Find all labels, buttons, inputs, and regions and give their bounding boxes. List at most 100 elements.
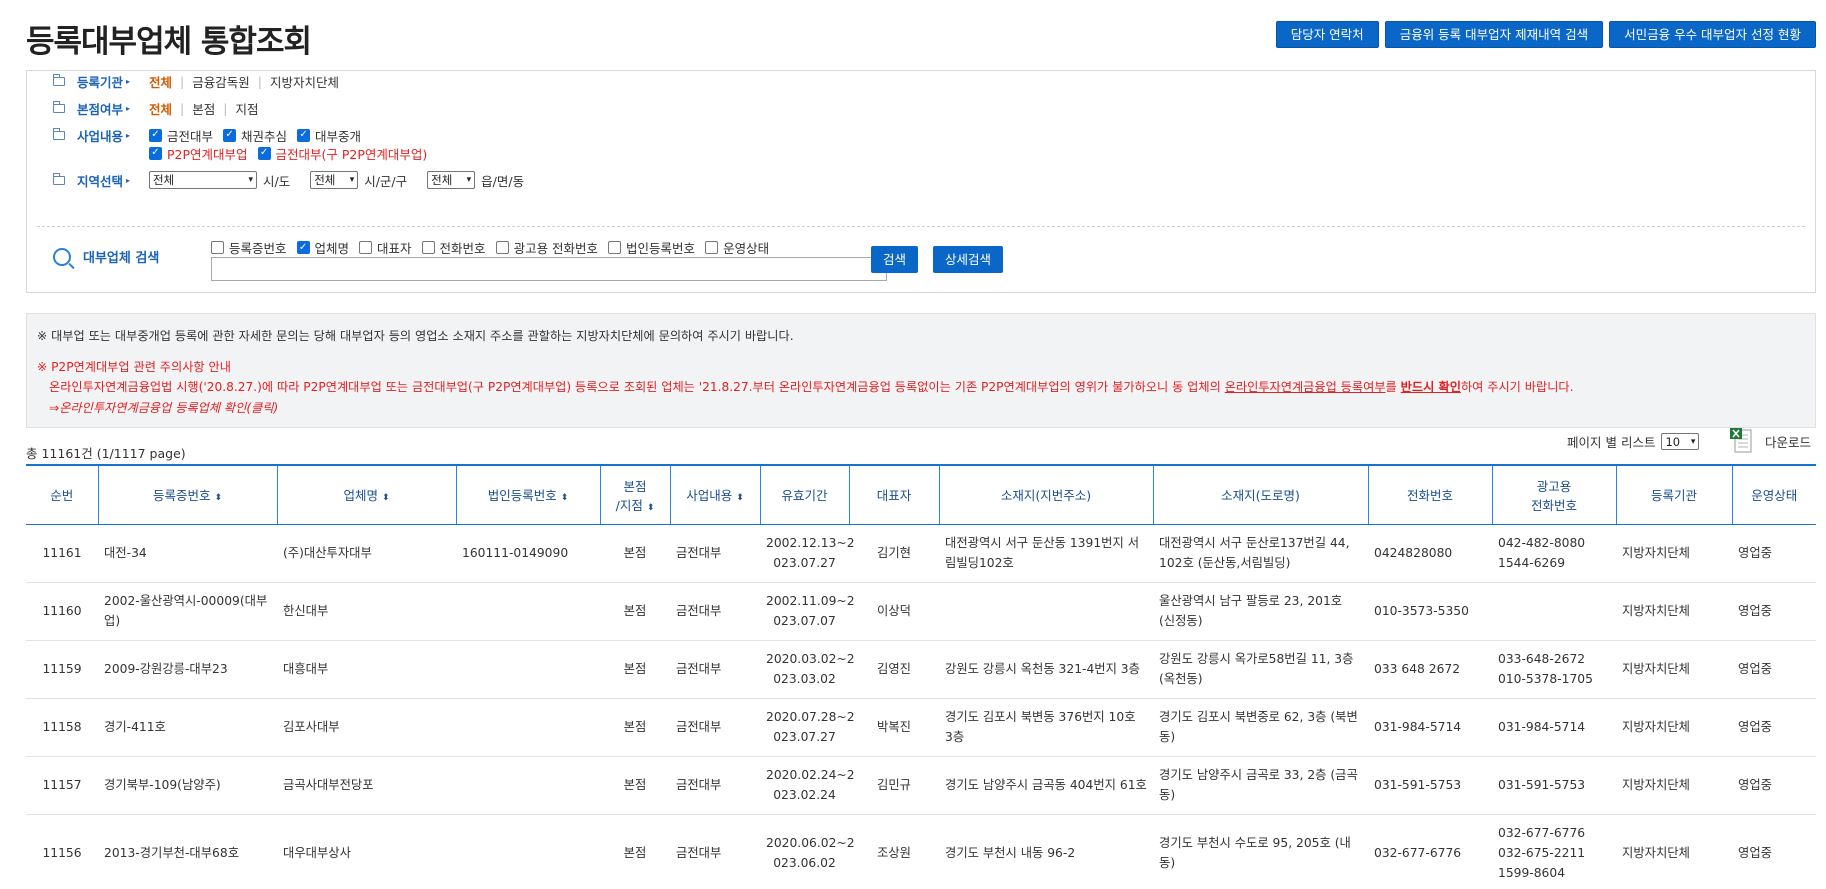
cell-operating-status: 영업중: [1732, 582, 1816, 641]
cell-address-road: 경기도 김포시 북변중로 62, 3층 (북변동): [1153, 698, 1368, 757]
checkbox-icon[interactable]: [495, 241, 509, 254]
search-check-ad-tel[interactable]: 광고용 전화번호: [495, 238, 598, 257]
sido-select[interactable]: 전체 ▾: [149, 171, 257, 189]
p2p-registry-link[interactable]: ⇒온라인투자연계금융업 등록업체 확인(클릭): [49, 398, 278, 416]
per-page-control: 페이지 별 리스트 10 ▾: [1567, 432, 1700, 451]
col-period: 유효기간: [759, 464, 849, 525]
col-company-name[interactable]: 업체명 ⬍: [276, 464, 456, 525]
per-page-select[interactable]: 10 ▾: [1661, 433, 1700, 450]
checkbox-checked-icon[interactable]: ✓: [223, 128, 237, 142]
search-input[interactable]: [211, 257, 887, 281]
registry-option-fss[interactable]: 금융감독원: [192, 72, 250, 91]
cell-registry-agency: 지방자치단체: [1616, 582, 1732, 641]
business-check-collection[interactable]: ✓ 채권추심: [223, 126, 287, 145]
detail-search-button[interactable]: 상세검색: [933, 246, 1004, 273]
search-button[interactable]: 검색: [871, 246, 919, 273]
col-business[interactable]: 사업내용 ⬍: [669, 464, 760, 525]
registry-option-all[interactable]: 전체: [149, 72, 172, 91]
cell-branch-type: 본점: [600, 582, 670, 641]
checkbox-checked-icon[interactable]: ✓: [149, 128, 162, 142]
cell-corp-no: [456, 756, 600, 815]
excel-icon[interactable]: [1730, 428, 1752, 454]
table-row[interactable]: 11158 경기-411호 김포사대부 본점 금전대부 2020.07.28~2 023.0…: [26, 698, 1816, 757]
notice-line-p2p-body: 온라인투자연계금융업법 시행('20.8.27.)에 따라 P2P연계대부업 또…: [49, 380, 1574, 394]
cell-reg-no: 경기북부-109(남양주): [98, 756, 277, 815]
business-check-loan-p2p[interactable]: ✓ 금전대부(구 P2P연계대부업): [257, 144, 427, 163]
dong-select[interactable]: 전체 ▾: [427, 171, 476, 189]
branch-option-branch[interactable]: 지점: [235, 99, 258, 118]
table-row[interactable]: 11159 2009-강원강릉-대부23 대흥대부 본점 금전대부 2020.03.02~…: [26, 640, 1816, 699]
branch-option-all[interactable]: 전체: [149, 99, 172, 118]
checkbox-icon[interactable]: [421, 241, 435, 254]
cell-representative: 김민규: [849, 756, 939, 815]
cell-branch-type: 본점: [600, 524, 670, 583]
cell-branch-type: 본점: [600, 640, 670, 699]
chevron-down-icon: ▾: [248, 175, 253, 185]
cell-reg-no: 2002-울산광역시-00009(대부업): [98, 582, 277, 641]
sort-icon[interactable]: ⬍: [736, 493, 744, 503]
cell-company-name: 한신대부: [277, 582, 456, 641]
col-reg-no[interactable]: 등록증번호 ⬍: [97, 464, 277, 525]
checkbox-icon[interactable]: [211, 241, 224, 254]
checkbox-checked-icon[interactable]: ✓: [296, 241, 310, 254]
col-rep: 대표자: [848, 464, 939, 525]
sort-icon[interactable]: ⬍: [647, 503, 655, 513]
sigungu-select[interactable]: 전체 ▾: [310, 171, 359, 189]
results-table: 순번 등록증번호 ⬍ 업체명 ⬍ 법인등록번호 ⬍ 본점/지점 ⬍ 사업내용 ⬍…: [26, 464, 1816, 889]
folder-icon: [53, 100, 65, 113]
cell-ad-telephone: 032-677-6776 032-675-2211 1599-8604: [1492, 814, 1616, 889]
search-check-status[interactable]: 운영상태: [705, 238, 769, 257]
cell-business-type: 금전대부: [670, 640, 760, 699]
table-row[interactable]: 11161 대전-34 (주)대산투자대부 160111-0149090 본점 금전대부 2…: [26, 524, 1816, 583]
col-branch[interactable]: 본점/지점 ⬍: [599, 464, 670, 525]
search-check-corp[interactable]: 법인등록번호: [608, 238, 695, 257]
folder-icon: [53, 127, 65, 140]
cell-validity-period: 2020.03.02~2 023.03.02: [760, 640, 855, 699]
cell-telephone: 032-677-6776: [1368, 814, 1492, 889]
table-row[interactable]: 11157 경기북부-109(남양주) 금곡사대부전당포 본점 금전대부 2020.02.…: [26, 756, 1816, 815]
sanction-search-button[interactable]: 금융위 등록 대부업자 제재내역 검색: [1384, 21, 1604, 48]
contact-button[interactable]: 담당자 연락처: [1275, 21, 1379, 48]
excellent-lender-button[interactable]: 서민금융 우수 대부업자 선정 현황: [1609, 21, 1816, 48]
download-link[interactable]: 다운로드: [1765, 432, 1811, 451]
cell-corp-no: 160111-0149090: [456, 524, 600, 583]
cell-row-no: 11158: [26, 698, 98, 757]
branch-option-head[interactable]: 본점: [192, 99, 215, 118]
cell-telephone: 033 648 2672: [1368, 640, 1492, 699]
col-ad-tel: 광고용 전화번호: [1491, 464, 1616, 525]
notice-line-p2p-title: ※ P2P연계대부업 관련 주의사항 안내: [37, 360, 231, 374]
checkbox-checked-icon[interactable]: ✓: [257, 146, 271, 160]
cell-company-name: (주)대산투자대부: [277, 524, 456, 583]
checkbox-icon[interactable]: [705, 241, 719, 254]
business-check-loan[interactable]: ✓ 금전대부: [149, 126, 213, 145]
business-check-brokerage[interactable]: ✓ 대부중개: [297, 126, 361, 145]
search-check-regno[interactable]: 등록증번호: [211, 238, 287, 257]
sort-icon[interactable]: ⬍: [561, 493, 569, 503]
checkbox-icon[interactable]: [608, 241, 622, 254]
search-check-name[interactable]: ✓ 업체명: [296, 238, 349, 257]
table-row[interactable]: 11156 2013-경기부천-대부68호 대우대부상사 본점 금전대부 2020.06.…: [26, 814, 1816, 889]
cell-telephone: 0424828080: [1368, 524, 1492, 583]
search-check-tel[interactable]: 전화번호: [421, 238, 486, 257]
cell-business-type: 금전대부: [670, 524, 760, 583]
checkbox-checked-icon[interactable]: ✓: [297, 128, 311, 142]
filter-divider: [37, 226, 1805, 227]
business-check-p2p[interactable]: ✓ P2P연계대부업: [149, 144, 248, 163]
sort-icon[interactable]: ⬍: [382, 493, 390, 503]
table-row[interactable]: 11160 2002-울산광역시-00009(대부업) 한신대부 본점 금전대부 2002…: [26, 582, 1816, 641]
col-corp-no[interactable]: 법인등록번호 ⬍: [455, 464, 600, 525]
col-status: 운영상태: [1731, 464, 1816, 525]
checkbox-checked-icon[interactable]: ✓: [149, 146, 162, 160]
cell-operating-status: 영업중: [1732, 524, 1816, 583]
cell-telephone: 031-591-5753: [1368, 756, 1492, 815]
cell-registry-agency: 지방자치단체: [1616, 698, 1732, 757]
col-addr-lot: 소재지(지번주소): [938, 464, 1153, 525]
folder-icon: [53, 172, 65, 185]
sort-icon[interactable]: ⬍: [214, 493, 222, 503]
search-check-rep[interactable]: 대표자: [359, 238, 412, 257]
registry-option-local[interactable]: 지방자치단체: [270, 72, 339, 91]
cell-business-type: 금전대부: [670, 582, 760, 641]
cell-branch-type: 본점: [600, 698, 670, 757]
checkbox-icon[interactable]: [359, 241, 373, 254]
cell-ad-telephone: 042-482-8080 1544-6269: [1492, 524, 1616, 583]
